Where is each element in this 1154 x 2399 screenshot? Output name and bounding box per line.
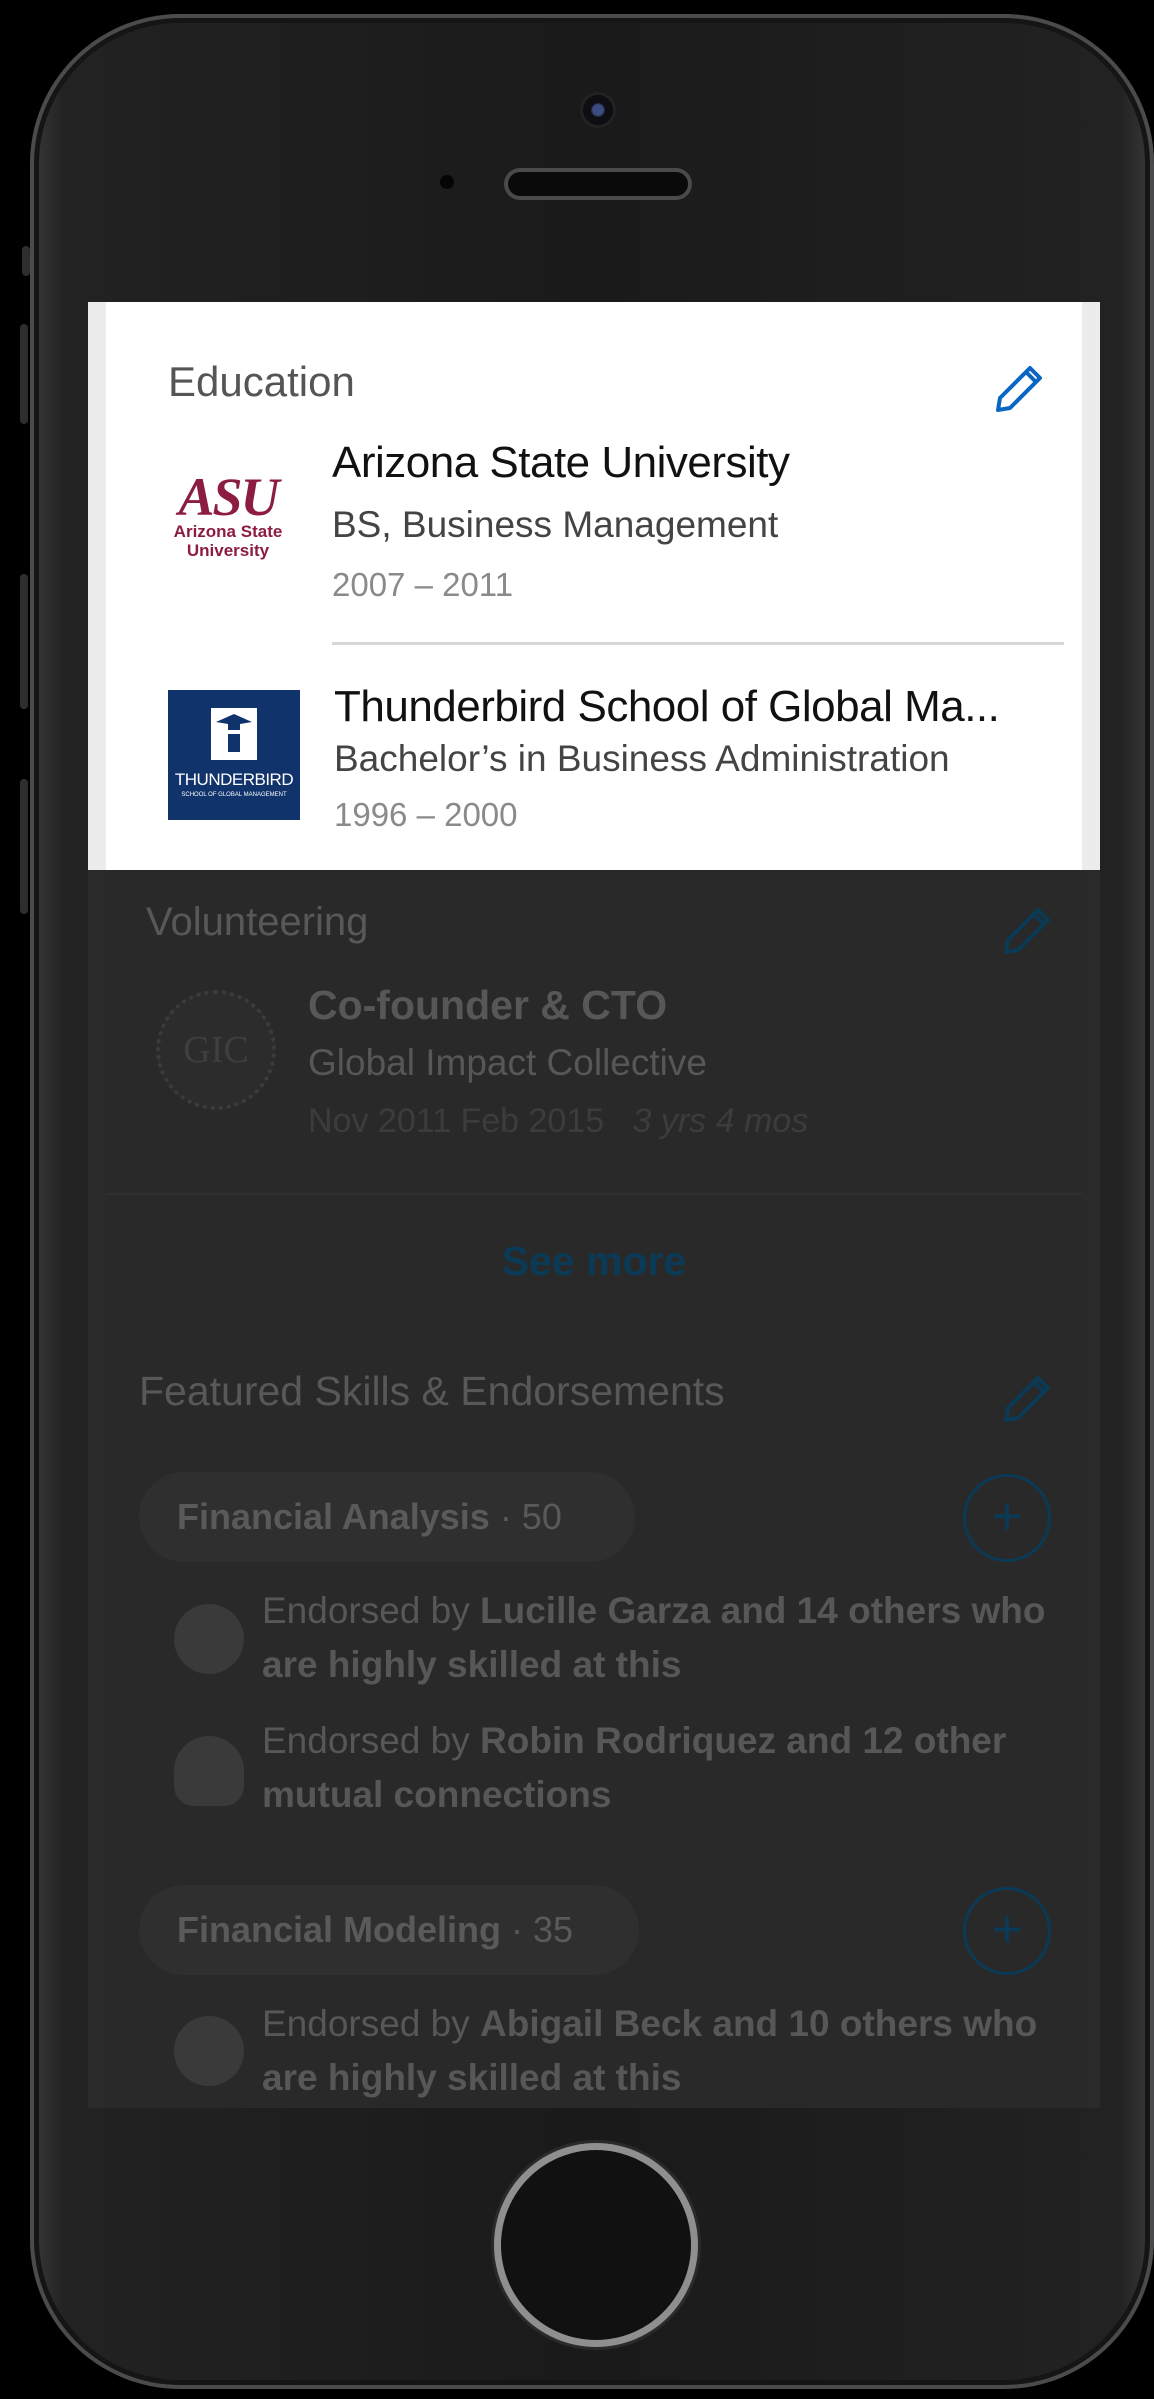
endorse-add-button[interactable]: + bbox=[963, 1474, 1051, 1562]
thunderbird-emblem-icon bbox=[211, 708, 257, 760]
home-button[interactable] bbox=[501, 2150, 691, 2340]
education-title: Education bbox=[168, 358, 355, 405]
years-thunderbird: 1996 – 2000 bbox=[334, 796, 518, 833]
asu-logo: ASU Arizona State University bbox=[168, 467, 288, 572]
mute-switch bbox=[22, 246, 30, 276]
section-divider bbox=[106, 1193, 1082, 1195]
edit-education-icon[interactable] bbox=[988, 358, 1048, 418]
volunteer-organization: Global Impact Collective bbox=[308, 1042, 707, 1083]
thunderbird-logo: THUNDERBIRD SCHOOL OF GLOBAL MANAGEMENT bbox=[168, 690, 300, 820]
volunteer-dates: Nov 2011 Feb 2015 3 yrs 4 mos bbox=[308, 1102, 808, 1141]
school-name-asu[interactable]: Arizona State University bbox=[332, 438, 790, 488]
skill-count: · 35 bbox=[511, 1909, 574, 1950]
volunteering-title: Volunteering bbox=[146, 900, 369, 944]
skills-title: Featured Skills & Endorsements bbox=[139, 1368, 725, 1414]
skill-pill-financial-modeling[interactable]: Financial Modeling · 35 bbox=[139, 1885, 639, 1975]
earpiece-speaker bbox=[508, 172, 688, 196]
skills-card: Featured Skills & Endorsements Financial… bbox=[106, 1340, 1082, 2108]
skill-pill-financial-analysis[interactable]: Financial Analysis · 50 bbox=[139, 1472, 635, 1562]
skill-count: · 50 bbox=[499, 1496, 562, 1537]
side-button bbox=[20, 779, 28, 914]
asu-logo-line1: Arizona State bbox=[173, 522, 283, 541]
proximity-sensor bbox=[440, 175, 454, 189]
asu-logo-line2: University bbox=[186, 541, 270, 560]
volunteer-duration: 3 yrs 4 mos bbox=[632, 1102, 809, 1140]
thunderbird-wordmark: THUNDERBIRD bbox=[174, 770, 294, 789]
endorsement-prefix: Endorsed by bbox=[262, 2003, 481, 2044]
see-more-link[interactable]: See more bbox=[106, 1238, 1082, 1285]
endorsement-names[interactable]: Abigail Beck and 10 others who bbox=[480, 2003, 1037, 2044]
endorsement-names[interactable]: Lucille Garza and 14 others who bbox=[480, 1590, 1045, 1631]
endorsement-names[interactable]: Robin Rodriquez and 12 other bbox=[480, 1720, 1006, 1761]
education-card-body: Education ASU Arizona State University A… bbox=[106, 302, 1082, 870]
skill-name: Financial Analysis bbox=[177, 1496, 490, 1537]
endorsement-line-1: Endorsed by Lucille Garza and 14 others … bbox=[262, 1590, 1045, 1632]
degree-asu: BS, Business Management bbox=[332, 504, 779, 545]
phone-screen: Volunteering GIC Co-founder & CTO Global… bbox=[88, 302, 1100, 2108]
edit-skills-icon[interactable] bbox=[996, 1368, 1056, 1428]
asu-logo-wordmark: ASU bbox=[178, 467, 279, 527]
degree-thunderbird: Bachelor’s in Business Administration bbox=[334, 738, 950, 779]
school-name-thunderbird[interactable]: Thunderbird School of Global Ma... bbox=[334, 682, 1000, 732]
avatar bbox=[174, 1736, 244, 1806]
endorsement-line-2: are highly skilled at this bbox=[262, 2057, 682, 2098]
endorsement-prefix: Endorsed by bbox=[262, 1590, 481, 1631]
volunteer-date-range: Nov 2011 Feb 2015 bbox=[308, 1102, 605, 1140]
volume-down-button bbox=[20, 574, 28, 709]
volume-up-button bbox=[20, 324, 28, 424]
endorsement-line-2: mutual connections bbox=[262, 1774, 612, 1815]
endorsement-line-1: Endorsed by Abigail Beck and 10 others w… bbox=[262, 2003, 1037, 2045]
skill-name: Financial Modeling bbox=[177, 1909, 502, 1950]
education-card: Education ASU Arizona State University A… bbox=[88, 302, 1100, 870]
avatar bbox=[174, 2016, 244, 2086]
thunderbird-subtitle: SCHOOL OF GLOBAL MANAGEMENT bbox=[181, 792, 287, 798]
avatar bbox=[174, 1604, 244, 1674]
gic-logo: GIC bbox=[156, 990, 276, 1110]
endorsement-prefix: Endorsed by bbox=[262, 1720, 481, 1761]
endorsement-line-2: are highly skilled at this bbox=[262, 1644, 682, 1685]
volunteer-role: Co-founder & CTO bbox=[308, 982, 668, 1028]
edit-volunteering-icon[interactable] bbox=[996, 900, 1056, 960]
endorse-add-button[interactable]: + bbox=[963, 1887, 1051, 1975]
education-divider bbox=[332, 642, 1064, 645]
endorsement-line-1: Endorsed by Robin Rodriquez and 12 other bbox=[262, 1720, 1006, 1762]
years-asu: 2007 – 2011 bbox=[332, 566, 514, 603]
front-camera bbox=[583, 95, 613, 125]
